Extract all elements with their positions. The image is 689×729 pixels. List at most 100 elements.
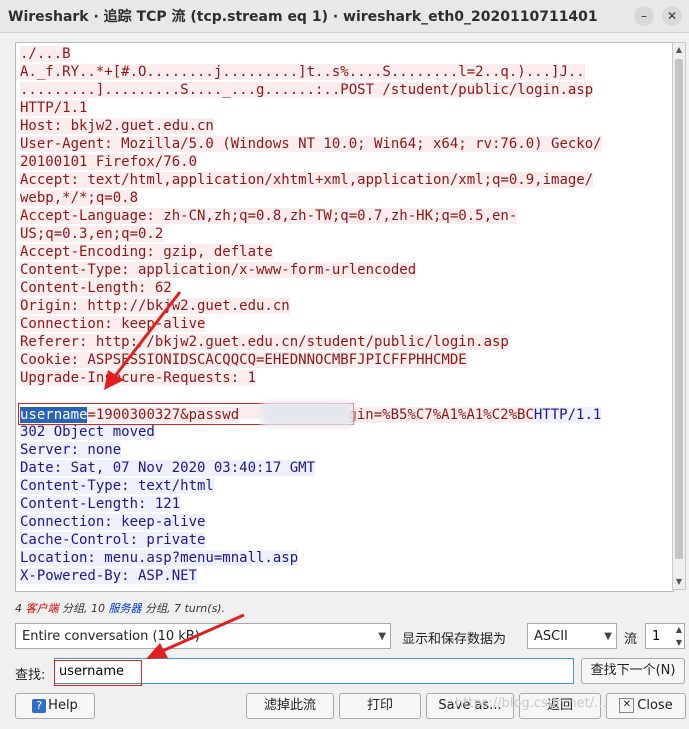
client-text: Accept-Encoding: gzip, deflate: [20, 244, 273, 260]
show-save-label: 显示和保存数据为: [402, 632, 507, 647]
find-highlight-box: [54, 660, 142, 686]
help-label: Help: [48, 698, 78, 713]
stream-line: X-Powered-By: ASP.NET: [20, 567, 198, 585]
server-text: Server: none: [20, 442, 122, 458]
client-text: Origin: http://bkjw2.guet.edu.cn: [20, 298, 290, 314]
stream-line: Content-Type: text/html: [20, 477, 214, 495]
stream-line: 302 Object moved: [20, 423, 155, 441]
window-title: Wireshark · 追踪 TCP 流 (tcp.stream eq 1) ·…: [8, 9, 598, 25]
client-text: User-Agent: Mozilla/5.0 (Windows NT 10.0…: [20, 136, 602, 152]
stream-line: A._f.RY..*+[#.O........j.........]t..s%.…: [20, 63, 585, 81]
stream-line: .........].........S...._...g......:..PO…: [20, 81, 594, 99]
close-label: Close: [637, 698, 673, 713]
stream-line: HTTP/1.1: [20, 99, 88, 117]
stream-line: Upgrade-Insecure-Requests: 1: [20, 369, 257, 387]
stream-line: Accept-Encoding: gzip, deflate: [20, 243, 273, 261]
redacted-password: [262, 401, 354, 427]
server-text: X-Powered-By: ASP.NET: [20, 568, 198, 584]
client-text: .........].........S...._...g......:..PO…: [20, 82, 594, 98]
stream-summary: 4 客户端 分组, 10 服务器 分组, 7 turn(s).: [15, 600, 225, 616]
close-button[interactable]: ✕ Close: [606, 693, 686, 719]
client-label: 客户端: [25, 602, 59, 615]
minimize-button[interactable]: –: [634, 6, 654, 26]
chevron-down-icon: ▼: [378, 631, 386, 642]
stream-text-pane[interactable]: ./...B A._f.RY..*+[#.O........j.........]…: [15, 42, 674, 592]
client-unit: 分组,: [62, 602, 88, 615]
conversation-select[interactable]: Entire conversation (10 kB) ▼: [15, 623, 391, 649]
format-select[interactable]: ASCII ▼: [527, 623, 617, 649]
server-text: HTTP/1.1: [533, 407, 602, 423]
spin-down-icon[interactable]: ▼: [676, 638, 682, 647]
server-text: Date: Sat, 07 Nov 2020 03:40:17 GMT: [20, 460, 316, 476]
stream-line: Connection: keep-alive: [20, 315, 206, 333]
client-text: A._f.RY..*+[#.O........j.........]t..s%.…: [20, 64, 585, 80]
filter-out-stream-button[interactable]: 滤掉此流: [246, 693, 334, 719]
client-text: Cookie: ASPSESSIONIDSCACQQCQ=EHEDNNOCMBF…: [20, 352, 467, 368]
scrollbar-thumb[interactable]: [675, 59, 683, 559]
server-text: Connection: keep-alive: [20, 514, 206, 530]
stream-line: Referer: http://bkjw2.guet.edu.cn/studen…: [20, 333, 509, 351]
client-text: &login=%B5%C7%A1%A1%C2%BC: [323, 407, 534, 423]
chevron-down-icon: ▼: [604, 631, 612, 642]
stream-line: Connection: keep-alive: [20, 513, 206, 531]
stream-line: Accept-Language: zh-CN,zh;q=0.8,zh-TW;q=…: [20, 207, 518, 225]
format-select-value: ASCII: [534, 629, 568, 644]
client-text: webp,*/*;q=0.8: [20, 190, 139, 206]
server-label: 服务器: [108, 602, 142, 615]
stream-line: Content-Length: 121: [20, 495, 181, 513]
help-icon: ?: [32, 698, 47, 713]
stream-line: webp,*/*;q=0.8: [20, 189, 139, 207]
server-text: 302 Object moved: [20, 424, 155, 440]
client-text: HTTP/1.1: [20, 100, 88, 116]
stream-line: Date: Sat, 07 Nov 2020 03:40:17 GMT: [20, 459, 316, 477]
spin-up-icon[interactable]: ▲: [676, 625, 682, 634]
client-text: Accept: text/html,application/xhtml+xml,…: [20, 172, 594, 188]
find-label: 查找:: [15, 668, 46, 683]
client-text: Connection: keep-alive: [20, 316, 206, 332]
find-next-button[interactable]: 查找下一个(N): [581, 658, 685, 684]
client-text: Content-Type: application/x-www-form-url…: [20, 262, 417, 278]
client-text: Referer: http://bkjw2.guet.edu.cn/studen…: [20, 334, 509, 350]
server-text: Cache-Control: private: [20, 532, 206, 548]
vertical-scrollbar[interactable]: ▲ ▼: [672, 42, 686, 590]
stream-line: 20100101 Firefox/76.0: [20, 153, 198, 171]
stream-number-value: 1: [652, 629, 661, 644]
stream-line: ./...B: [20, 45, 71, 63]
server-text: Location: menu.asp?menu=mnall.asp: [20, 550, 299, 566]
stream-line: Host: bkjw2.guet.edu.cn: [20, 117, 214, 135]
server-text: Content-Length: 121: [20, 496, 181, 512]
stream-line: Origin: http://bkjw2.guet.edu.cn: [20, 297, 290, 315]
client-text: Accept-Language: zh-CN,zh;q=0.8,zh-TW;q=…: [20, 208, 518, 224]
stream-line: Cache-Control: private: [20, 531, 206, 549]
stream-number-spinbox[interactable]: 1 ▲ ▼: [645, 623, 685, 649]
help-button[interactable]: ? Help: [15, 693, 95, 719]
server-unit: 分组,: [145, 602, 171, 615]
client-text: Upgrade-Insecure-Requests: 1: [20, 370, 257, 386]
turns-count: 7 turn(s).: [174, 602, 226, 615]
stream-line: User-Agent: Mozilla/5.0 (Windows NT 10.0…: [20, 135, 602, 153]
close-window-button[interactable]: ✕: [662, 6, 682, 26]
stream-label: 流: [624, 632, 638, 647]
scroll-up-icon[interactable]: ▲: [674, 44, 684, 56]
stream-line: Content-Type: application/x-www-form-url…: [20, 261, 417, 279]
stream-line: Accept: text/html,application/xhtml+xml,…: [20, 171, 594, 189]
stream-line: Location: menu.asp?menu=mnall.asp: [20, 549, 299, 567]
stream-line: Server: none: [20, 441, 122, 459]
conversation-select-value: Entire conversation (10 kB): [22, 629, 200, 644]
close-icon: ✕: [619, 698, 635, 713]
server-text: Content-Type: text/html: [20, 478, 214, 494]
watermark: https://blog.csdn.net/...: [455, 696, 607, 711]
stream-line: Cookie: ASPSESSIONIDSCACQQCQ=EHEDNNOCMBF…: [20, 351, 467, 369]
title-bar: Wireshark · 追踪 TCP 流 (tcp.stream eq 1) ·…: [0, 0, 689, 33]
client-text: ./...B: [20, 46, 71, 62]
client-text: Host: bkjw2.guet.edu.cn: [20, 118, 214, 134]
server-packet-count: 10: [91, 602, 105, 615]
stream-line: Content-Length: 62: [20, 279, 172, 297]
print-button[interactable]: 打印: [339, 693, 421, 719]
stream-line: US;q=0.3,en;q=0.2: [20, 225, 164, 243]
client-text: 20100101 Firefox/76.0: [20, 154, 198, 170]
client-text: US;q=0.3,en;q=0.2: [20, 226, 164, 242]
scroll-down-icon[interactable]: ▼: [674, 576, 684, 588]
client-text: Content-Length: 62: [20, 280, 172, 296]
client-packet-count: 4: [15, 602, 22, 615]
